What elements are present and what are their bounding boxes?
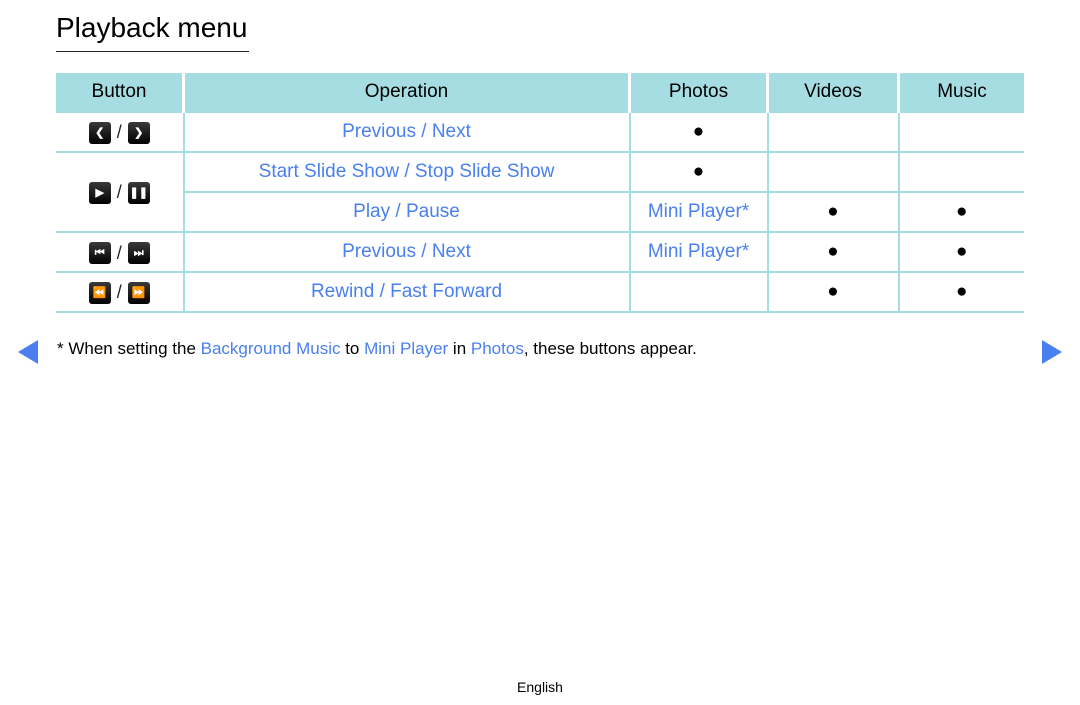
videos-cell: ● [766,231,900,273]
chevron-right-icon: ❯ [127,121,150,144]
pause-icon: ❚❚ [127,181,150,204]
language-label: English [517,679,563,695]
button-cell: ⏮ / ⏭ [56,231,185,273]
chevron-left-icon: ❮ [88,121,111,144]
music-cell [897,151,1024,193]
link-photos[interactable]: Photos [471,339,524,358]
next-page-icon[interactable] [1042,340,1062,364]
operation-cell[interactable]: Rewind / Fast Forward [182,271,631,313]
note-text: in [448,339,471,358]
note-text: * When setting the [57,339,201,358]
header-button: Button [56,73,185,113]
photos-cell: ● [628,151,769,193]
music-cell: ● [897,231,1024,273]
videos-cell [766,151,900,193]
videos-cell: ● [766,191,900,233]
note-text: to [340,339,365,358]
link-background-music[interactable]: Background Music [201,339,341,358]
photos-cell[interactable]: Mini Player* [628,231,769,273]
fast-forward-icon: ⏩ [127,281,150,304]
table-row: ❮ / ❯ Previous / Next ● [56,111,1024,153]
header-photos: Photos [628,73,769,113]
videos-cell [766,111,900,153]
button-cell: ⏪ / ⏩ [56,271,185,313]
table-row: Play / Pause Mini Player* ● ● [56,191,1024,233]
button-cell: ❮ / ❯ [56,111,185,153]
page-title: Playback menu [56,10,250,52]
previous-page-icon[interactable] [18,340,38,364]
operation-cell[interactable]: Previous / Next [182,111,631,153]
music-cell: ● [897,191,1024,233]
videos-cell: ● [766,271,900,313]
button-cell: ▶ / ❚❚ [56,151,185,233]
separator: / [116,282,122,303]
playback-table: Button Operation Photos Videos Music ❮ /… [56,73,1024,313]
separator: / [116,182,122,203]
note-text: , these buttons appear. [523,339,697,358]
photos-cell [628,271,769,313]
music-cell: ● [897,271,1024,313]
music-cell [897,111,1024,153]
play-icon: ▶ [88,181,111,204]
table-row: ⏮ / ⏭ Previous / Next Mini Player* ● ● [56,231,1024,273]
skip-forward-icon: ⏭ [127,242,150,265]
header-music: Music [897,73,1024,113]
table-row: ▶ / ❚❚ Start Slide Show / Stop Slide Sho… [56,151,1024,233]
header-operation: Operation [182,73,631,113]
photos-cell: ● [628,111,769,153]
skip-back-icon: ⏮ [88,242,111,265]
footnote: * When setting the Background Music to M… [57,338,697,360]
operation-cell[interactable]: Play / Pause [182,191,631,233]
operation-cell[interactable]: Start Slide Show / Stop Slide Show [182,151,631,193]
table-header-row: Button Operation Photos Videos Music [56,73,1024,113]
separator: / [116,242,122,263]
operation-cell[interactable]: Previous / Next [182,231,631,273]
rewind-icon: ⏪ [88,281,111,304]
header-videos: Videos [766,73,900,113]
photos-cell[interactable]: Mini Player* [628,191,769,233]
table-row: ⏪ / ⏩ Rewind / Fast Forward ● ● [56,271,1024,313]
link-mini-player[interactable]: Mini Player [364,339,448,358]
separator: / [116,122,122,143]
